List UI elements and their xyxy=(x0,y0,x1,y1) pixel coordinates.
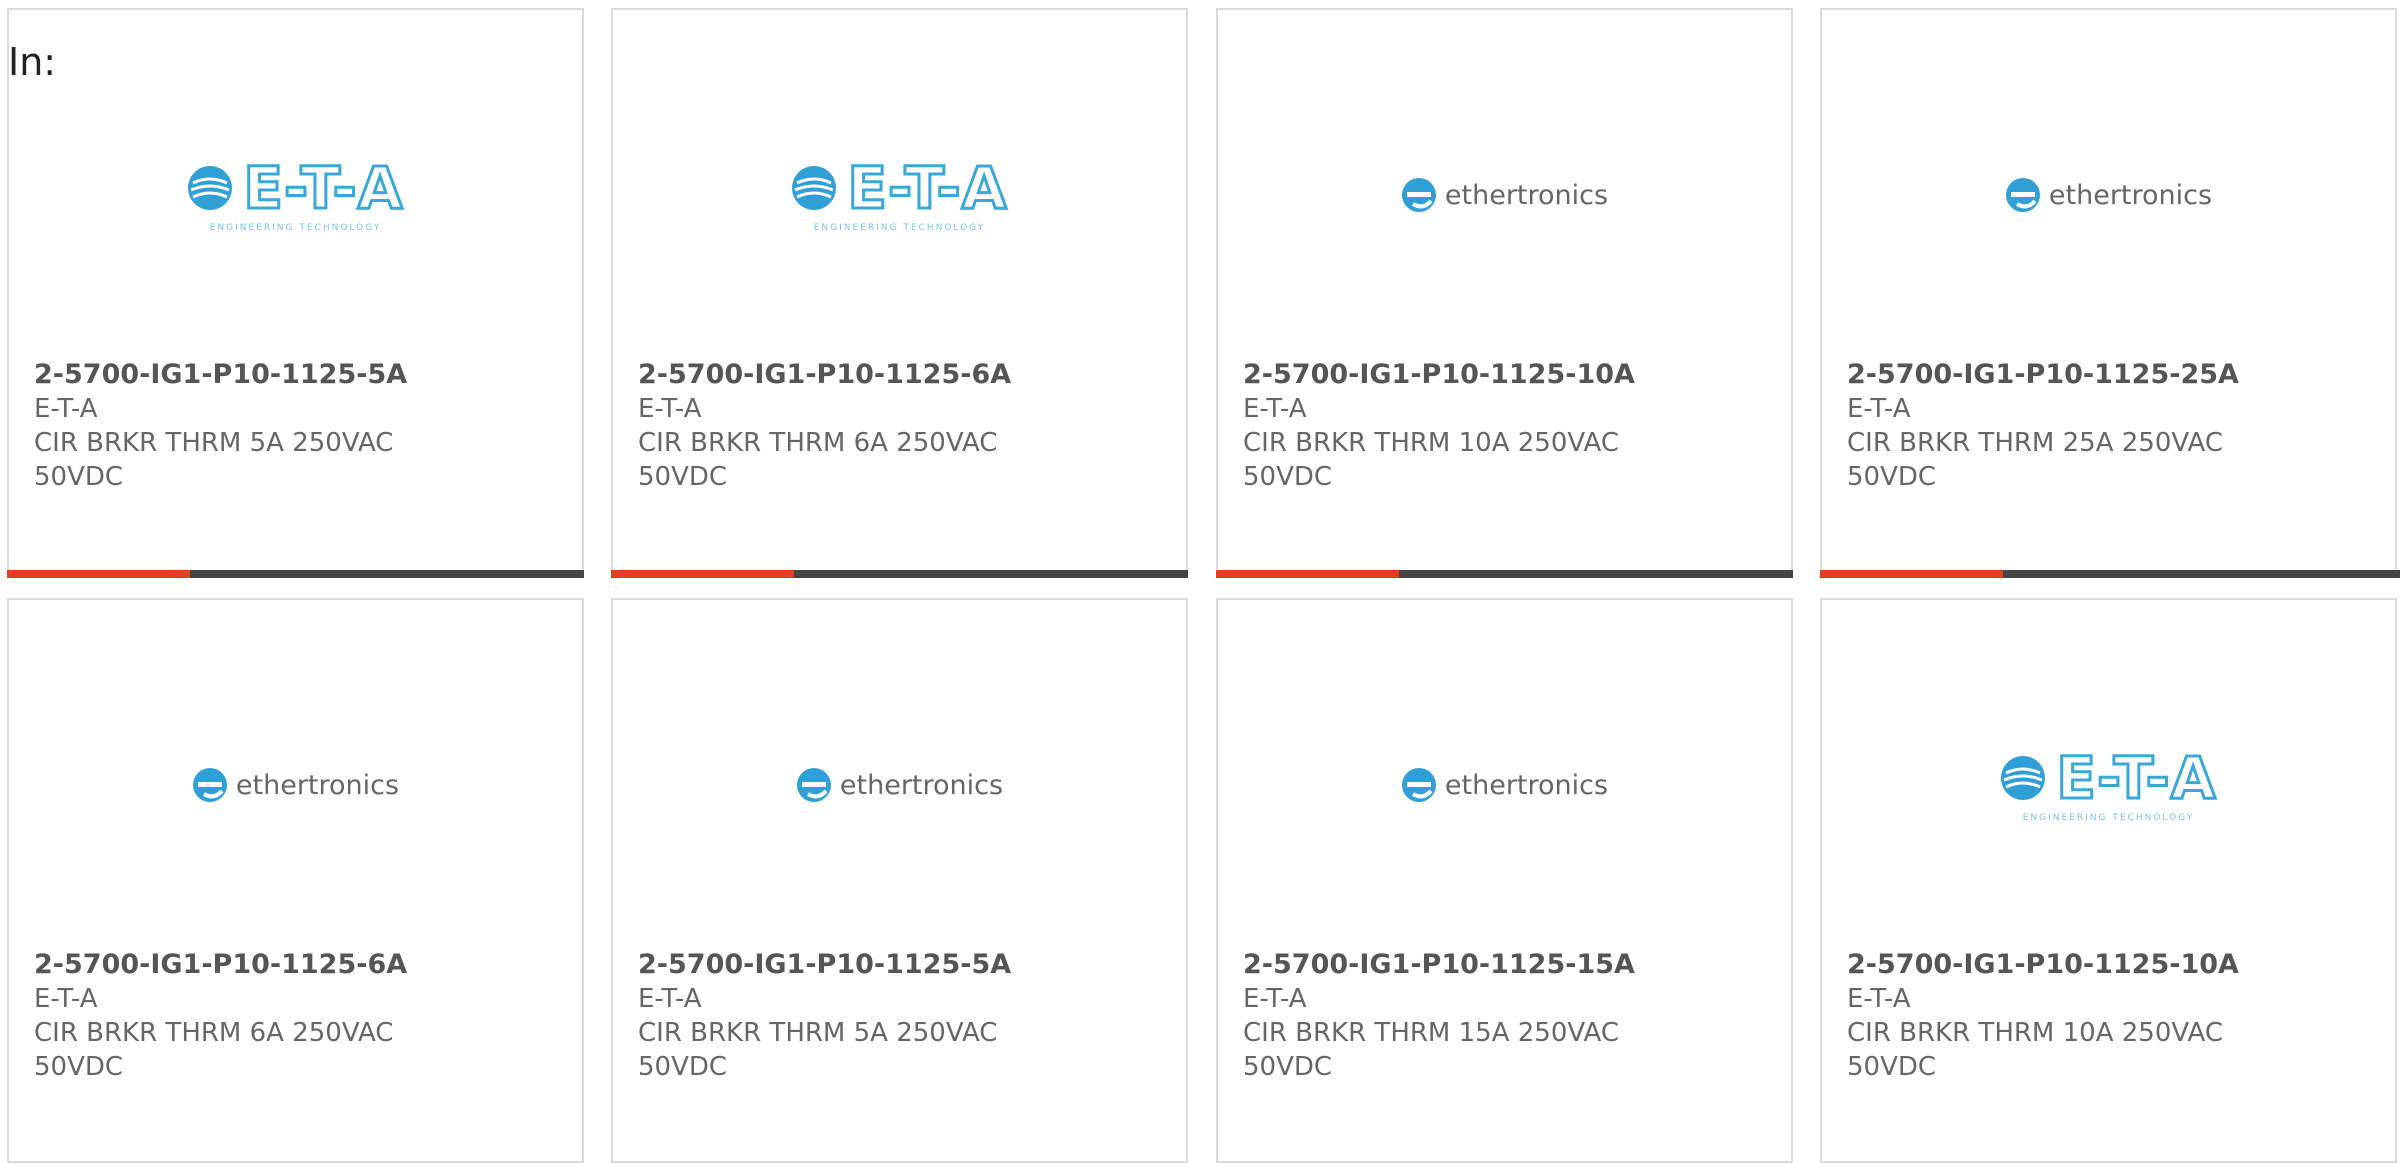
manufacturer-name: E-T-A xyxy=(1847,984,1911,1014)
ethertronics-logo-text: ethertronics xyxy=(2048,179,2213,211)
part-number-link[interactable]: 2-5700-IG1-P10-1125-25A xyxy=(1847,358,2375,392)
ethertronics-logo-text: ethertronics xyxy=(235,769,400,801)
product-card[interactable]: ethertronics 2-5700-IG1-P10-1125-5A E-T-… xyxy=(611,598,1188,1163)
description-line2: 50VDC xyxy=(34,1052,124,1082)
card-accent-bar xyxy=(1216,570,1793,578)
manufacturer-logo: E-T-A ENGINEERING TECHNOLOGY xyxy=(9,140,582,250)
manufacturer-name: E-T-A xyxy=(1243,984,1307,1014)
ethertronics-e-icon xyxy=(1401,768,1436,802)
eta-globe-icon xyxy=(188,166,233,210)
eta-logo-tagline: ENGINEERING TECHNOLOGY xyxy=(209,223,382,233)
manufacturer-name: E-T-A xyxy=(34,984,98,1014)
eta-logo-letters: E-T-A xyxy=(2055,744,2217,812)
manufacturer-logo: ethertronics xyxy=(9,730,582,840)
manufacturer-logo: ethertronics xyxy=(1218,140,1791,250)
ethertronics-logo-text: ethertronics xyxy=(1444,769,1609,801)
part-number-link[interactable]: 2-5700-IG1-P10-1125-6A xyxy=(638,358,1166,392)
part-number-link[interactable]: 2-5700-IG1-P10-1125-5A xyxy=(638,948,1166,982)
manufacturer-name: E-T-A xyxy=(1243,394,1307,424)
manufacturer-name: E-T-A xyxy=(34,394,98,424)
manufacturer-logo: E-T-A ENGINEERING TECHNOLOGY xyxy=(613,140,1186,250)
description-line1: CIR BRKR THRM 5A 250VAC xyxy=(638,1018,998,1048)
product-card[interactable]: ethertronics 2-5700-IG1-P10-1125-15A E-T… xyxy=(1216,598,1793,1163)
card-accent-bar xyxy=(1820,570,2400,578)
product-card[interactable]: ethertronics 2-5700-IG1-P10-1125-25A E-T… xyxy=(1820,8,2397,573)
card-accent-bar xyxy=(7,570,584,578)
part-number-link[interactable]: 2-5700-IG1-P10-1125-15A xyxy=(1243,948,1771,982)
ethertronics-e-icon xyxy=(1401,178,1436,212)
description-line2: 50VDC xyxy=(638,1052,728,1082)
part-number-link[interactable]: 2-5700-IG1-P10-1125-5A xyxy=(34,358,562,392)
description-line1: CIR BRKR THRM 5A 250VAC xyxy=(34,428,394,458)
ethertronics-e-icon xyxy=(796,768,831,802)
ethertronics-logo-text: ethertronics xyxy=(839,769,1004,801)
manufacturer-logo: ethertronics xyxy=(1218,730,1791,840)
ethertronics-logo-text: ethertronics xyxy=(1444,179,1609,211)
description-line1: CIR BRKR THRM 6A 250VAC xyxy=(34,1018,394,1048)
manufacturer-name: E-T-A xyxy=(638,984,702,1014)
description-line2: 50VDC xyxy=(638,462,728,492)
description-line1: CIR BRKR THRM 6A 250VAC xyxy=(638,428,998,458)
product-card[interactable]: E-T-A ENGINEERING TECHNOLOGY 2-5700-IG1-P… xyxy=(7,8,584,573)
description-line1: CIR BRKR THRM 10A 250VAC xyxy=(1243,428,1619,458)
eta-globe-icon xyxy=(2001,756,2046,800)
product-card[interactable]: ethertronics 2-5700-IG1-P10-1125-6A E-T-… xyxy=(7,598,584,1163)
product-card[interactable]: ethertronics 2-5700-IG1-P10-1125-10A E-T… xyxy=(1216,8,1793,573)
description-line1: CIR BRKR THRM 15A 250VAC xyxy=(1243,1018,1619,1048)
product-card[interactable]: E-T-A ENGINEERING TECHNOLOGY 2-5700-IG1-P… xyxy=(1820,598,2397,1163)
eta-globe-icon xyxy=(792,166,837,210)
description-line2: 50VDC xyxy=(1847,1052,1937,1082)
description-line1: CIR BRKR THRM 10A 250VAC xyxy=(1847,1018,2223,1048)
description-line2: 50VDC xyxy=(34,462,124,492)
description-line1: CIR BRKR THRM 25A 250VAC xyxy=(1847,428,2223,458)
eta-logo-letters: E-T-A xyxy=(846,154,1008,222)
product-grid: E-T-A ENGINEERING TECHNOLOGY 2-5700-IG1-P… xyxy=(0,0,2400,1163)
manufacturer-logo: E-T-A ENGINEERING TECHNOLOGY xyxy=(1822,730,2395,840)
eta-logo-tagline: ENGINEERING TECHNOLOGY xyxy=(813,223,986,233)
eta-logo-tagline: ENGINEERING TECHNOLOGY xyxy=(2022,813,2195,823)
description-line2: 50VDC xyxy=(1243,1052,1333,1082)
part-number-link[interactable]: 2-5700-IG1-P10-1125-10A xyxy=(1243,358,1771,392)
eta-logo-letters: E-T-A xyxy=(242,154,404,222)
manufacturer-logo: ethertronics xyxy=(613,730,1186,840)
part-number-link[interactable]: 2-5700-IG1-P10-1125-10A xyxy=(1847,948,2375,982)
description-line2: 50VDC xyxy=(1847,462,1937,492)
in-label: In: xyxy=(8,40,57,84)
manufacturer-logo: ethertronics xyxy=(1822,140,2395,250)
card-accent-bar xyxy=(611,570,1188,578)
manufacturer-name: E-T-A xyxy=(1847,394,1911,424)
ethertronics-e-icon xyxy=(2005,178,2040,212)
ethertronics-e-icon xyxy=(192,768,227,802)
product-card[interactable]: E-T-A ENGINEERING TECHNOLOGY 2-5700-IG1-P… xyxy=(611,8,1188,573)
part-number-link[interactable]: 2-5700-IG1-P10-1125-6A xyxy=(34,948,562,982)
description-line2: 50VDC xyxy=(1243,462,1333,492)
manufacturer-name: E-T-A xyxy=(638,394,702,424)
